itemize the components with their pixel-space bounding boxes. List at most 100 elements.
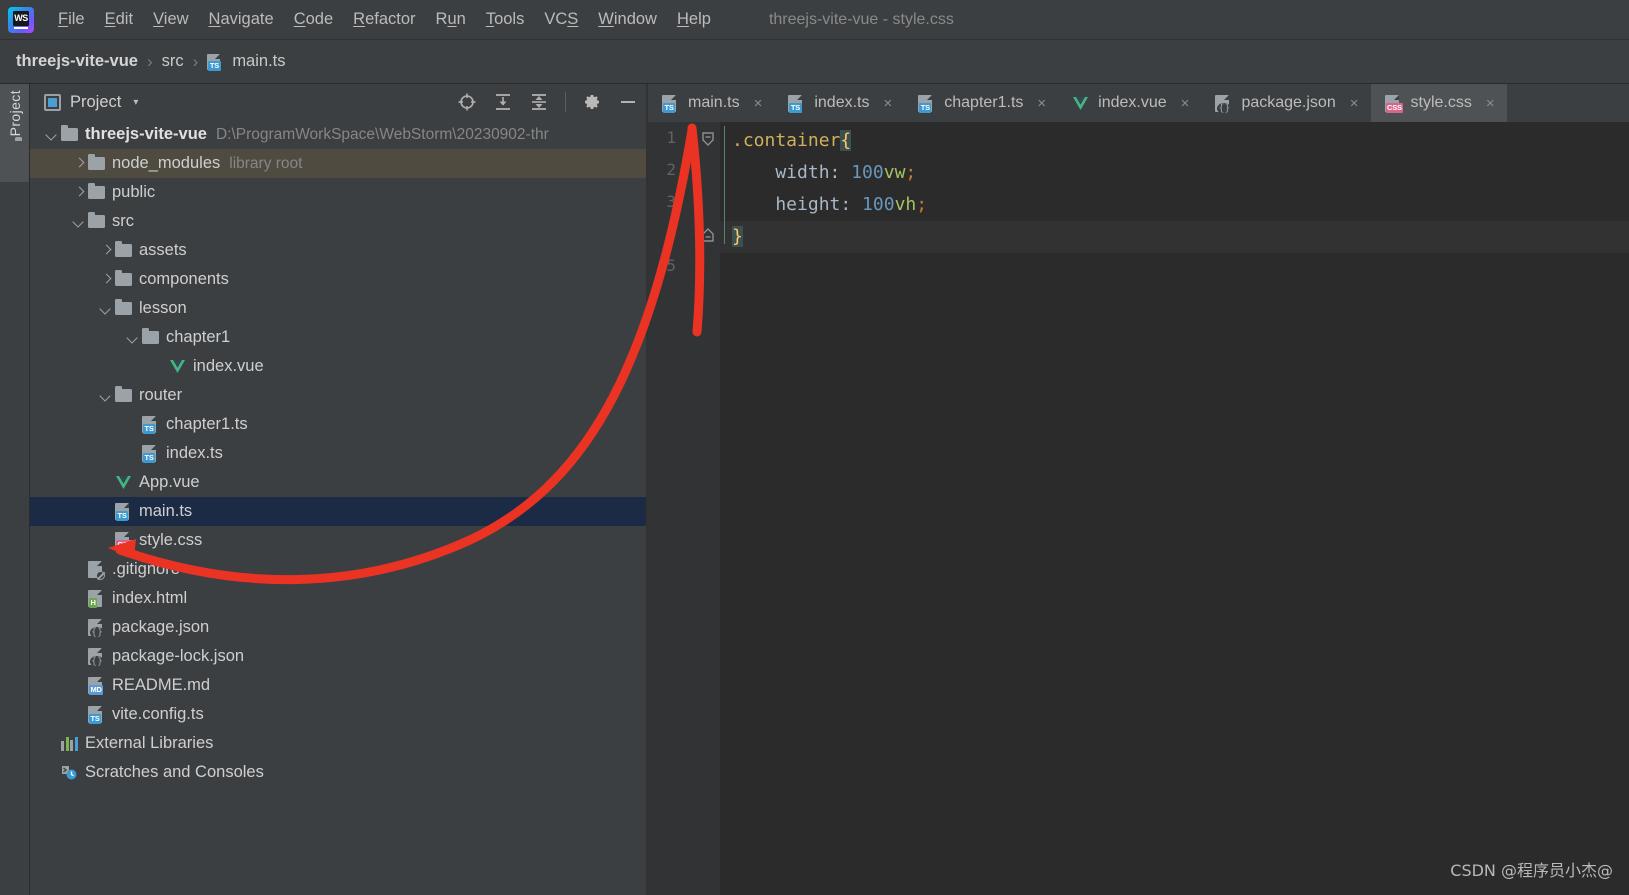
folder-icon	[115, 299, 133, 318]
chevron-down-icon[interactable]	[125, 329, 142, 346]
tree-row-index-html[interactable]: Hindex.html	[30, 584, 646, 613]
editor-tab-label: index.vue	[1098, 94, 1167, 111]
editor-tab-main-ts[interactable]: TS main.ts ×	[648, 84, 774, 122]
ts-file-icon: TS	[207, 53, 225, 71]
tree-row-assets[interactable]: assets	[30, 236, 646, 265]
close-icon[interactable]: ×	[1179, 95, 1192, 112]
close-icon[interactable]: ×	[752, 95, 765, 112]
tree-row-readme-md[interactable]: MD README.md	[30, 671, 646, 700]
chevron-down-icon[interactable]: ▾	[133, 97, 138, 108]
chevron-down-icon[interactable]	[44, 126, 61, 143]
code-content[interactable]: .container{ width: 100vw; height: 100vh;…	[720, 122, 1629, 895]
chevron-down-icon[interactable]	[98, 300, 115, 317]
code-token: vw	[883, 162, 906, 183]
close-icon[interactable]: ×	[1348, 95, 1361, 112]
tree-row-components[interactable]: components	[30, 265, 646, 294]
tree-row-external-libraries[interactable]: External Libraries	[30, 729, 646, 758]
close-icon[interactable]: ×	[1035, 95, 1048, 112]
menu-item-code[interactable]: Code	[284, 6, 343, 33]
tree-row-index-vue[interactable]: index.vue	[30, 352, 646, 381]
tree-row-node-modules[interactable]: node_modules library root	[30, 149, 646, 178]
menu-item-tools[interactable]: Tools	[476, 6, 535, 33]
code-line[interactable]: height: 100vh;	[720, 189, 1629, 221]
code-token: .container	[732, 130, 841, 151]
editor-tab-package-json[interactable]: {} package.json ×	[1201, 84, 1370, 122]
gear-icon[interactable]	[582, 92, 602, 112]
tree-row-chapter1[interactable]: chapter1	[30, 323, 646, 352]
menu-item-run[interactable]: Run	[426, 6, 476, 33]
tree-row--gitignore[interactable]: .gitignore	[30, 555, 646, 584]
code-line[interactable]: }	[720, 221, 1629, 253]
close-icon[interactable]: ×	[881, 95, 894, 112]
tree-row-chapter1-ts[interactable]: TS chapter1.ts	[30, 410, 646, 439]
project-tree[interactable]: threejs-vite-vue D:\ProgramWorkSpace\WebS…	[30, 120, 646, 895]
breadcrumb-src[interactable]: src	[162, 52, 184, 71]
code-line[interactable]: .container{	[720, 125, 1629, 157]
tree-row-vite-config-ts[interactable]: TS vite.config.ts	[30, 700, 646, 729]
ts-file-icon: TS	[142, 445, 160, 463]
tree-row-label: package-lock.json	[112, 647, 245, 665]
collapse-all-icon[interactable]	[529, 92, 549, 112]
folder-icon	[115, 270, 133, 289]
code-editor[interactable]: 12345 .container{ width: 100vw; height: …	[648, 122, 1629, 895]
chevron-right-icon[interactable]	[71, 155, 88, 172]
code-token: height:	[732, 194, 863, 215]
ts-file-icon: TS	[918, 94, 936, 113]
editor-tab-index-vue[interactable]: index.vue ×	[1058, 84, 1201, 122]
project-panel-header: Project ▾	[30, 84, 646, 120]
breadcrumb-file[interactable]: TS main.ts	[207, 52, 286, 71]
fold-expanded-icon[interactable]	[701, 132, 715, 146]
tree-row-router[interactable]: router	[30, 381, 646, 410]
tree-row-scratches-and-consoles[interactable]: Scratches and Consoles	[30, 758, 646, 787]
editor-tab-index-ts[interactable]: TS index.ts ×	[774, 84, 904, 122]
tree-row-public[interactable]: public	[30, 178, 646, 207]
menu-item-vcs[interactable]: VCS	[534, 6, 588, 33]
menu-item-help[interactable]: Help	[667, 6, 721, 33]
stripe-button-project[interactable]: Project	[0, 84, 29, 182]
chevron-right-icon[interactable]	[71, 184, 88, 201]
code-token: vh	[894, 194, 917, 215]
tree-row-label: vite.config.ts	[112, 705, 204, 723]
tree-row-index-ts[interactable]: TS index.ts	[30, 439, 646, 468]
menu-item-file[interactable]: File	[48, 6, 95, 33]
tree-row-main-ts[interactable]: TS main.ts	[30, 497, 646, 526]
line-number: 1	[666, 128, 676, 147]
breadcrumb-separator: ›	[146, 51, 153, 71]
chevron-right-icon[interactable]	[98, 242, 115, 259]
expand-all-icon[interactable]	[493, 92, 513, 112]
locate-icon[interactable]	[457, 92, 477, 112]
breadcrumb-project[interactable]: threejs-vite-vue	[16, 52, 138, 71]
menu-item-refactor[interactable]: Refactor	[343, 6, 425, 33]
menu-item-window[interactable]: Window	[588, 6, 667, 33]
csdn-watermark: CSDN @程序员小杰@	[1450, 861, 1613, 880]
minimize-icon[interactable]	[618, 92, 638, 112]
chevron-down-icon[interactable]	[71, 213, 88, 230]
code-line[interactable]: width: 100vw;	[720, 157, 1629, 189]
tree-row-package-json[interactable]: {} package.json	[30, 613, 646, 642]
fold-end-icon[interactable]	[701, 228, 715, 242]
chevron-down-icon[interactable]	[98, 387, 115, 404]
editor-tab-label: package.json	[1241, 94, 1336, 111]
ts-file-icon: TS	[788, 94, 806, 113]
tree-row-threejs-vite-vue[interactable]: threejs-vite-vue D:\ProgramWorkSpace\WebS…	[30, 120, 646, 149]
ts-file-icon: TS	[142, 416, 160, 434]
code-token: 100	[862, 194, 895, 215]
tree-row-style-css[interactable]: CSS style.css	[30, 526, 646, 555]
menu-item-edit[interactable]: Edit	[95, 6, 143, 33]
editor-tab-chapter1-ts[interactable]: TS chapter1.ts ×	[904, 84, 1058, 122]
tree-row-package-lock-json[interactable]: {} package-lock.json	[30, 642, 646, 671]
chevron-right-icon[interactable]	[98, 271, 115, 288]
close-icon[interactable]: ×	[1484, 95, 1497, 112]
tree-row-lesson[interactable]: lesson	[30, 294, 646, 323]
menu-item-view[interactable]: View	[143, 6, 198, 33]
code-line[interactable]	[720, 253, 1629, 285]
menu-item-navigate[interactable]: Navigate	[199, 6, 284, 33]
editor-gutter[interactable]: 1 2 3 4 5	[648, 122, 720, 895]
editor-tab-style-css[interactable]: CSS style.css ×	[1370, 84, 1507, 122]
tree-row-app-vue[interactable]: App.vue	[30, 468, 646, 497]
tree-row-label: chapter1	[166, 328, 231, 346]
tree-row-src[interactable]: src	[30, 207, 646, 236]
